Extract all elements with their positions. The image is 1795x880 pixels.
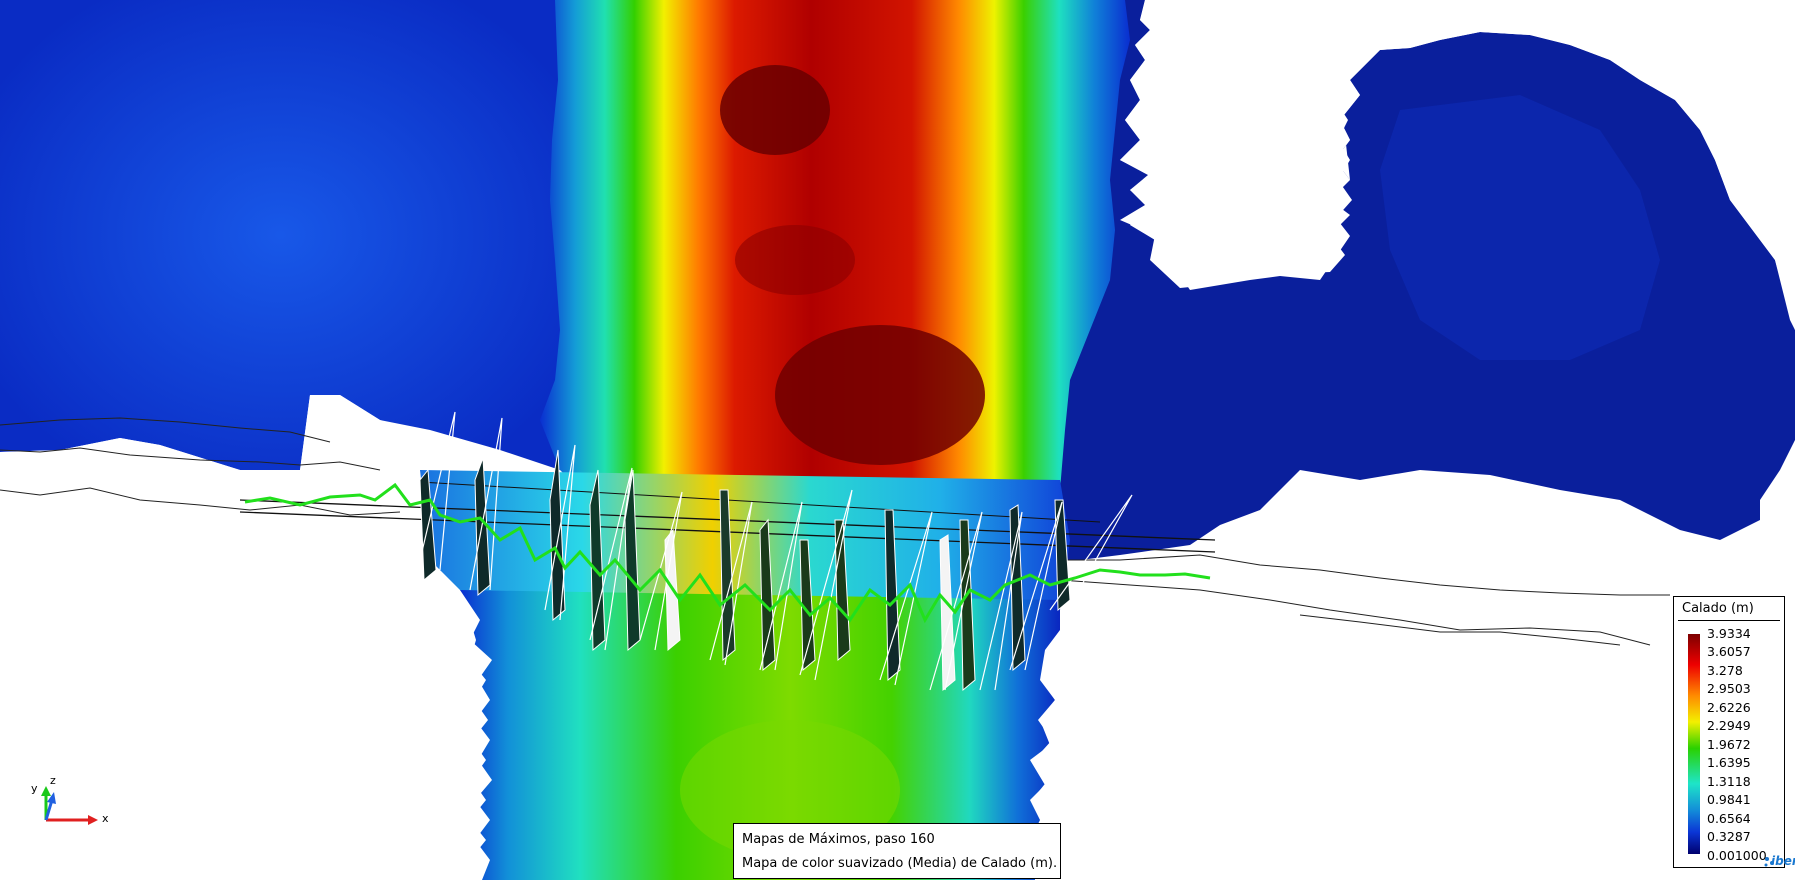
legend-tick: 3.6057 <box>1707 644 1751 659</box>
y-axis-label: y <box>31 782 38 795</box>
legend-tick: 1.6395 <box>1707 755 1751 770</box>
z-axis-label: z <box>50 774 56 787</box>
result-info-box: Mapas de Máximos, paso 160 Mapa de color… <box>733 823 1061 879</box>
legend-tick: 0.6564 <box>1707 811 1751 826</box>
legend-tick: 1.9672 <box>1707 737 1751 752</box>
legend-title: Calado (m) <box>1682 601 1754 616</box>
legend-title-underline <box>1678 620 1780 621</box>
legend-tick: 0.001000 <box>1707 848 1767 863</box>
legend-color-bar <box>1688 634 1700 854</box>
color-legend: Calado (m) 3.9334 3.6057 3.278 2.9503 2.… <box>1673 596 1785 868</box>
left-floodplain <box>0 0 560 470</box>
deep-core-2 <box>775 325 985 465</box>
x-axis-label: x <box>102 812 109 825</box>
terrain-gap-notch <box>1120 0 1352 290</box>
y-axis-head <box>41 786 51 796</box>
legend-tick: 2.9503 <box>1707 681 1751 696</box>
deep-core-1 <box>720 65 830 155</box>
axis-triad: x y z <box>28 774 109 840</box>
iber-logo-text: iber <box>1771 854 1795 868</box>
info-step-text: Mapas de Máximos, paso 160 <box>742 832 935 847</box>
legend-tick: 1.3118 <box>1707 774 1751 789</box>
deep-core-3 <box>735 225 855 295</box>
map-viewport[interactable] <box>0 0 1795 880</box>
legend-tick: 2.2949 <box>1707 718 1751 733</box>
legend-tick: 3.278 <box>1707 663 1743 678</box>
info-map-description: Mapa de color suavizado (Media) de Calad… <box>742 856 1058 871</box>
legend-tick: 3.9334 <box>1707 626 1751 641</box>
legend-tick: 2.6226 <box>1707 700 1751 715</box>
iber-logo: iber <box>1762 848 1795 876</box>
legend-tick: 0.3287 <box>1707 829 1751 844</box>
legend-tick: 0.9841 <box>1707 792 1751 807</box>
x-axis-head <box>88 815 98 825</box>
